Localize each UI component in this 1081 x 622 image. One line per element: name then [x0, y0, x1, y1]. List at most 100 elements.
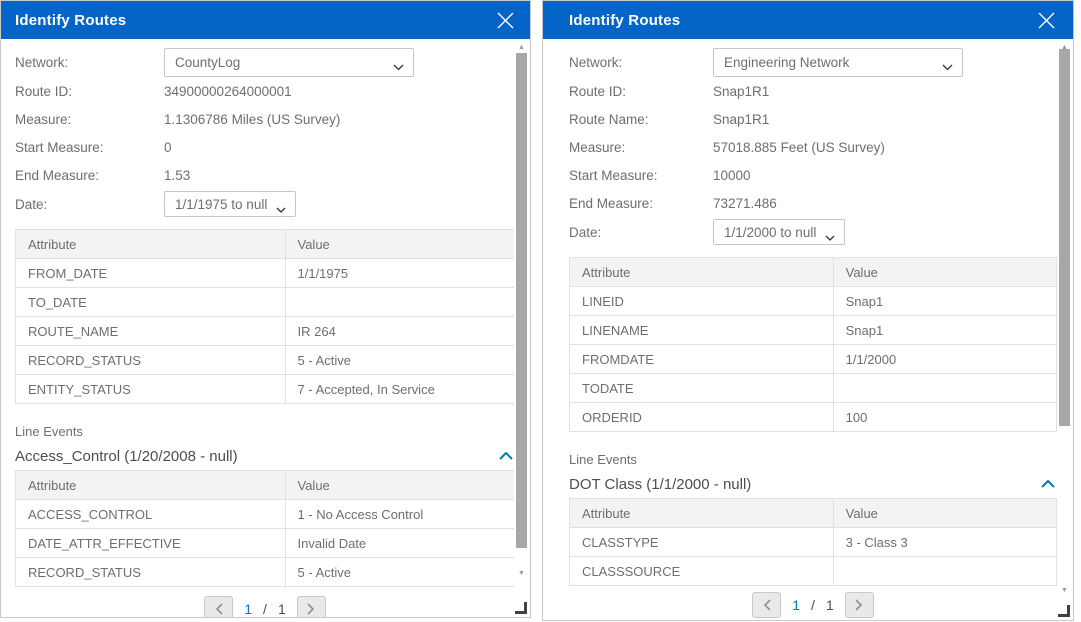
chevron-down-icon — [393, 59, 404, 74]
date-select[interactable]: 1/1/2000 to null — [713, 219, 845, 245]
attribute-cell: RECORD_STATUS — [16, 346, 286, 375]
start-measure-field-row: Start Measure: 10000 — [569, 161, 1057, 189]
table-header-row: Attribute Value — [570, 499, 1057, 528]
line-event-attribute-table: Attribute Value CLASSTYPE 3 - Class 3 CL… — [569, 498, 1057, 586]
collapse-chevron-up-icon[interactable] — [497, 450, 515, 462]
value-column-header: Value — [833, 499, 1056, 528]
attribute-cell: LINENAME — [570, 316, 834, 345]
value-cell: 5 - Active — [285, 558, 515, 587]
table-row: FROMDATE 1/1/2000 — [570, 345, 1057, 374]
date-select[interactable]: 1/1/1975 to null — [164, 191, 296, 217]
next-page-button[interactable] — [845, 592, 874, 618]
panel-body: Network: Engineering Network Route ID: S… — [543, 39, 1073, 618]
route-attribute-table: Attribute Value LINEID Snap1 LINENAME Sn… — [569, 257, 1057, 432]
value-cell: 3 - Class 3 — [833, 528, 1056, 557]
value-column-header: Value — [285, 471, 515, 500]
end-measure-label: End Measure: — [15, 168, 164, 183]
attribute-cell: ENTITY_STATUS — [16, 375, 286, 404]
end-measure-field-row: End Measure: 1.53 — [15, 161, 515, 189]
resize-grip[interactable] — [515, 602, 527, 614]
prev-page-button[interactable] — [752, 592, 781, 618]
value-column-header: Value — [833, 258, 1056, 287]
line-event-title: DOT Class (1/1/2000 - null) — [569, 476, 751, 493]
table-row: RECORD_STATUS 5 - Active — [16, 346, 515, 375]
start-measure-label: Start Measure: — [569, 168, 713, 183]
route-name-label: Route Name: — [569, 112, 713, 127]
route-id-field-row: Route ID: Snap1R1 — [569, 77, 1057, 105]
line-events-label: Line Events — [15, 424, 515, 441]
network-field-row: Network: CountyLog — [15, 47, 515, 77]
route-id-label: Route ID: — [15, 84, 164, 99]
measure-label: Measure: — [569, 140, 713, 155]
close-icon[interactable] — [1035, 9, 1057, 31]
identify-routes-panel-left: Identify Routes Network: CountyLog Route… — [0, 0, 531, 618]
attribute-cell: ROUTE_NAME — [16, 317, 286, 346]
measure-value: 1.1306786 Miles (US Survey) — [164, 112, 340, 127]
line-events-label: Line Events — [569, 452, 1057, 469]
date-label: Date: — [569, 225, 713, 240]
chevron-down-icon — [942, 59, 953, 74]
page-separator: / — [263, 601, 267, 617]
start-measure-value: 10000 — [713, 168, 751, 183]
date-field-row: Date: 1/1/2000 to null — [569, 217, 1057, 247]
table-header-row: Attribute Value — [16, 230, 515, 259]
collapse-chevron-up-icon[interactable] — [1039, 478, 1057, 490]
table-row: CLASSTYPE 3 - Class 3 — [570, 528, 1057, 557]
attribute-cell: FROM_DATE — [16, 259, 286, 288]
line-event-attribute-table: Attribute Value ACCESS_CONTROL 1 - No Ac… — [15, 470, 515, 587]
next-page-button[interactable] — [297, 596, 326, 618]
scrollbar-thumb[interactable] — [1059, 49, 1070, 426]
route-id-label: Route ID: — [569, 84, 713, 99]
attribute-cell: ACCESS_CONTROL — [16, 500, 286, 529]
route-name-field-row: Route Name: Snap1R1 — [569, 105, 1057, 133]
attribute-column-header: Attribute — [570, 258, 834, 287]
attribute-cell: CLASSSOURCE — [570, 557, 834, 586]
resize-grip[interactable] — [1058, 605, 1070, 617]
attribute-cell: LINEID — [570, 287, 834, 316]
date-label: Date: — [15, 197, 164, 212]
value-cell — [285, 288, 515, 317]
value-cell: 5 - Active — [285, 346, 515, 375]
value-cell: IR 264 — [285, 317, 515, 346]
panel-header[interactable]: Identify Routes — [543, 1, 1073, 39]
start-measure-value: 0 — [164, 140, 172, 155]
vertical-scrollbar[interactable]: ▲ ▼ — [1057, 40, 1072, 618]
measure-field-row: Measure: 57018.885 Feet (US Survey) — [569, 133, 1057, 161]
scroll-up-icon[interactable]: ▲ — [514, 41, 529, 53]
network-select-value: CountyLog — [175, 55, 240, 70]
measure-field-row: Measure: 1.1306786 Miles (US Survey) — [15, 105, 515, 133]
line-event-section-header: DOT Class (1/1/2000 - null) — [569, 472, 1057, 496]
close-icon[interactable] — [494, 9, 516, 31]
scroll-down-icon[interactable]: ▼ — [1057, 584, 1072, 596]
table-row: LINENAME Snap1 — [570, 316, 1057, 345]
scrollbar-thumb[interactable] — [516, 53, 527, 548]
network-label: Network: — [15, 55, 164, 70]
attribute-cell: DATE_ATTR_EFFECTIVE — [16, 529, 286, 558]
end-measure-label: End Measure: — [569, 196, 713, 211]
scroll-down-icon[interactable]: ▼ — [514, 567, 529, 579]
attribute-cell: ORDERID — [570, 403, 834, 432]
network-select-value: Engineering Network — [724, 55, 849, 70]
attribute-column-header: Attribute — [16, 471, 286, 500]
route-attribute-table: Attribute Value FROM_DATE 1/1/1975 TO_DA… — [15, 229, 515, 404]
route-id-field-row: Route ID: 34900000264000001 — [15, 77, 515, 105]
route-id-value: Snap1R1 — [713, 84, 769, 99]
identify-routes-panel-right: Identify Routes Network: Engineering Net… — [542, 0, 1074, 621]
value-cell: 1/1/2000 — [833, 345, 1056, 374]
table-row: CLASSSOURCE — [570, 557, 1057, 586]
panel-title: Identify Routes — [15, 12, 126, 29]
value-cell: Snap1 — [833, 316, 1056, 345]
network-field-row: Network: Engineering Network — [569, 47, 1057, 77]
start-measure-field-row: Start Measure: 0 — [15, 133, 515, 161]
network-select[interactable]: CountyLog — [164, 48, 414, 77]
attribute-cell: CLASSTYPE — [570, 528, 834, 557]
panel-header[interactable]: Identify Routes — [1, 1, 530, 39]
table-row: LINEID Snap1 — [570, 287, 1057, 316]
chevron-down-icon — [825, 229, 835, 244]
table-row: FROM_DATE 1/1/1975 — [16, 259, 515, 288]
vertical-scrollbar[interactable]: ▲ ▼ — [514, 40, 529, 615]
value-cell: Invalid Date — [285, 529, 515, 558]
panel-body: Network: CountyLog Route ID: 34900000264… — [1, 39, 530, 618]
network-select[interactable]: Engineering Network — [713, 48, 963, 77]
prev-page-button[interactable] — [204, 596, 233, 618]
